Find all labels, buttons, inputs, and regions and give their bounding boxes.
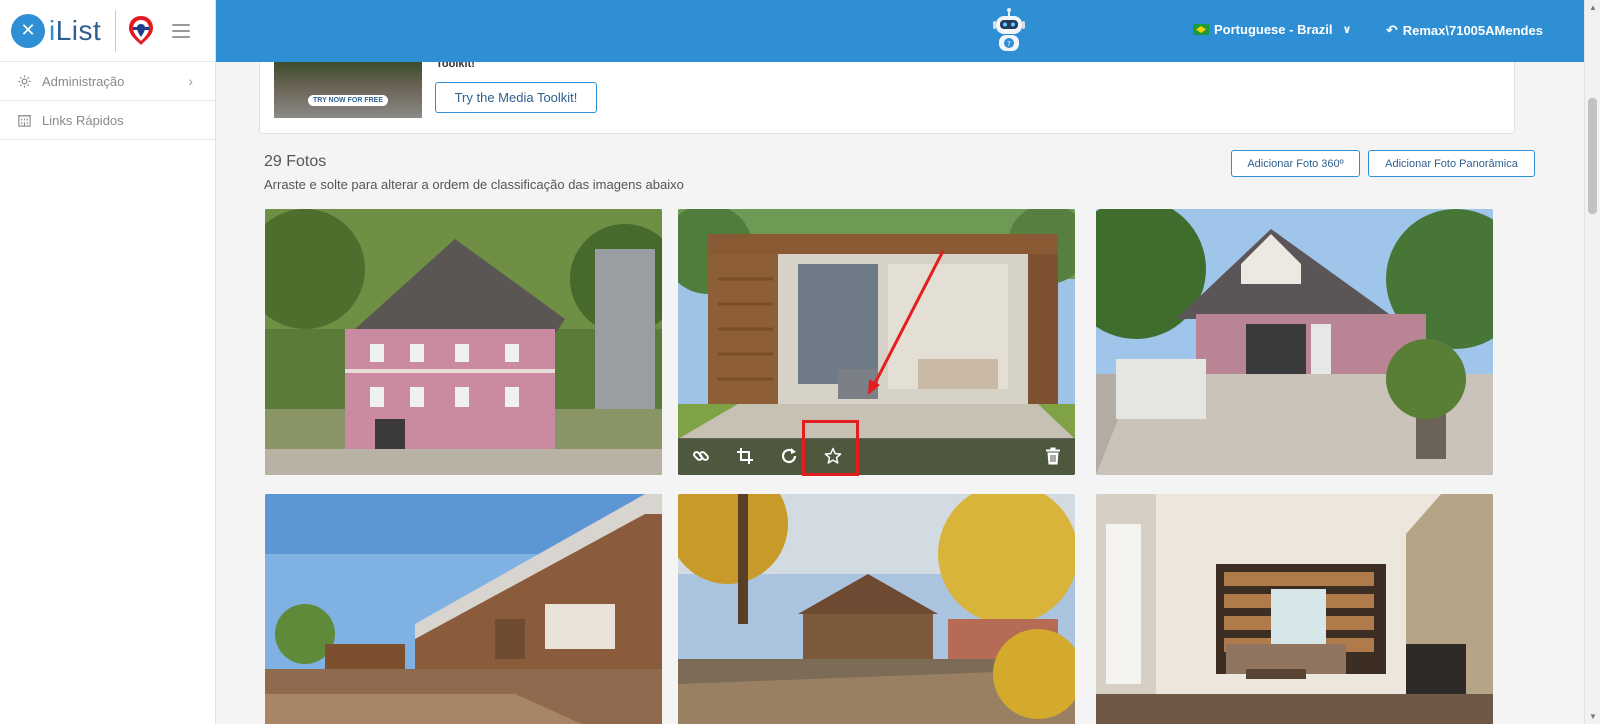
- photos-count-title: 29 Fotos: [264, 153, 327, 170]
- scroll-up-arrow-icon[interactable]: ▲: [1589, 3, 1597, 12]
- trash-icon[interactable]: [1042, 445, 1064, 467]
- library-room-photo: [1096, 494, 1493, 724]
- add-360-photo-button[interactable]: Adicionar Foto 360º: [1231, 150, 1360, 177]
- link-icon[interactable]: [690, 445, 712, 467]
- ilist-logo-icon[interactable]: ✕: [11, 13, 45, 48]
- wooden-building-photo: [265, 494, 662, 724]
- main-content: TRY NOW FOR FREE Toolkit! Try the Media …: [216, 62, 1584, 724]
- reply-arrow-icon: ↶: [1386, 22, 1398, 38]
- media-toolkit-title: Toolkit!: [436, 62, 475, 70]
- robot-assistant-icon[interactable]: ?: [989, 7, 1029, 55]
- building-icon: [16, 112, 32, 128]
- svg-text:?: ?: [1007, 40, 1011, 48]
- top-bar: ? Portuguese - Brazil ∨ ↶ Remax\71005AMe…: [216, 0, 1584, 62]
- ilist-logo-text[interactable]: iList: [49, 15, 101, 47]
- photo-tile-selected[interactable]: [678, 209, 1075, 475]
- rotate-icon[interactable]: [778, 445, 800, 467]
- brazil-flag-icon: [1193, 24, 1209, 35]
- crop-icon[interactable]: [734, 445, 756, 467]
- user-name: Remax\71005AMendes: [1402, 23, 1543, 38]
- photos-instructions: Arraste e solte para alterar a ordem de …: [264, 177, 684, 192]
- gear-icon: [16, 73, 32, 89]
- house-photo: [265, 209, 662, 475]
- photo-tile[interactable]: [265, 494, 662, 724]
- sidebar-item-administracao[interactable]: Administração ›: [0, 62, 215, 101]
- menu-toggle-icon[interactable]: [172, 23, 191, 38]
- brand-header: ✕ iList: [0, 0, 215, 62]
- sidebar-item-label: Administração: [42, 73, 125, 89]
- scroll-down-arrow-icon[interactable]: ▼: [1589, 712, 1597, 721]
- photo-tile[interactable]: [265, 209, 662, 475]
- chevron-down-icon: ∨: [1342, 24, 1352, 36]
- try-media-toolkit-button[interactable]: Try the Media Toolkit!: [435, 82, 597, 113]
- brand-divider: [115, 9, 117, 52]
- media-toolkit-card: TRY NOW FOR FREE Toolkit! Try the Media …: [259, 62, 1515, 134]
- photo-tile[interactable]: [1096, 209, 1493, 475]
- language-label: Portuguese - Brazil: [1214, 22, 1333, 37]
- scroll-thumb[interactable]: [1588, 98, 1597, 214]
- remax-balloon-icon: [129, 15, 154, 45]
- sidebar-item-links-rapidos[interactable]: Links Rápidos: [0, 101, 215, 140]
- user-menu[interactable]: ↶ Remax\71005AMendes: [1386, 22, 1543, 39]
- photo-tile[interactable]: [1096, 494, 1493, 724]
- add-panoramic-photo-button[interactable]: Adicionar Foto Panorâmica: [1368, 150, 1535, 177]
- photo-tile[interactable]: [678, 494, 1075, 724]
- photo-toolbar: [678, 438, 1075, 475]
- patio-house-photo: [1096, 209, 1493, 475]
- try-now-badge: TRY NOW FOR FREE: [308, 95, 388, 106]
- media-toolkit-thumbnail[interactable]: TRY NOW FOR FREE: [274, 62, 422, 118]
- page-scrollbar[interactable]: ▲ ▼: [1584, 0, 1600, 724]
- sidebar: ✕ iList Administração › Links Rápidos: [0, 0, 216, 724]
- language-selector[interactable]: Portuguese - Brazil ∨: [1193, 22, 1351, 37]
- pergola-photo: [678, 209, 1075, 475]
- chevron-right-icon: ›: [188, 73, 193, 89]
- star-highlight-box: [802, 420, 859, 476]
- sidebar-item-label: Links Rápidos: [42, 112, 124, 128]
- autumn-house-photo: [678, 494, 1075, 724]
